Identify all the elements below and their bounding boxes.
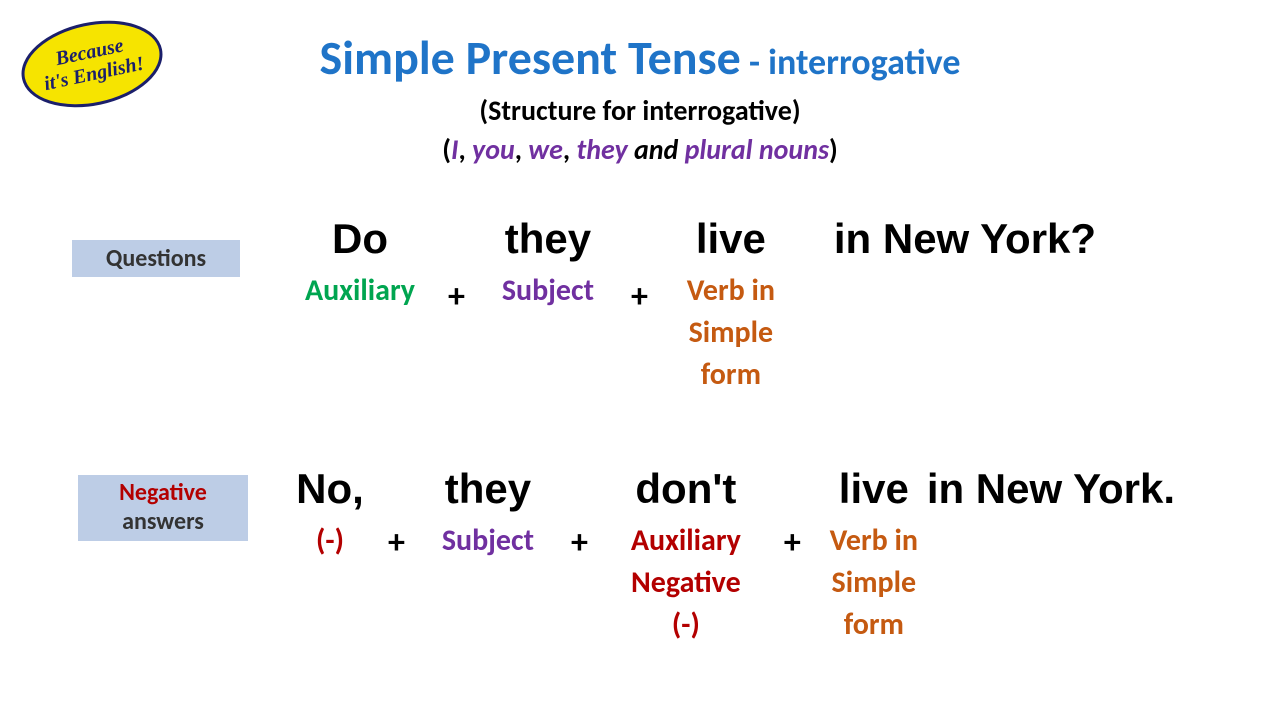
negative-example-row: No, (-) + they Subject + don't Auxiliary…	[280, 466, 1175, 646]
n-word-they: they	[445, 466, 531, 512]
q-col-complement: in New York?	[834, 216, 1096, 262]
q-role-verb: Verb in Simple form	[687, 270, 775, 396]
q-role-subject: Subject	[502, 270, 594, 312]
n-word-dont: don't	[635, 466, 736, 512]
label-questions: Questions	[72, 240, 240, 277]
n-col-no: No, (-)	[280, 466, 380, 562]
n-role-aux-neg: Auxiliary Negative (-)	[631, 520, 741, 646]
q-col-subject: they Subject	[473, 216, 623, 312]
n-role-verb: Verb in Simple form	[830, 520, 918, 646]
title-main: Simple Present Tense	[320, 28, 741, 87]
n-col-verb: live Verb in Simple form	[809, 466, 939, 646]
n-word-complement: in New York.	[927, 466, 1175, 512]
n-col-subject: they Subject	[413, 466, 563, 562]
subtitle-persons: (I, you, we, they and plural nouns)	[0, 132, 1280, 167]
q-col-auxiliary: Do Auxiliary	[280, 216, 440, 312]
plus-icon: +	[440, 276, 473, 317]
plus-icon: +	[380, 522, 413, 563]
plus-icon: +	[563, 522, 596, 563]
label-negative: Negative	[119, 478, 207, 507]
q-word-live: live	[696, 216, 766, 262]
plus-icon: +	[776, 522, 809, 563]
question-example-row: Do Auxiliary + they Subject + live Verb …	[280, 216, 1096, 396]
n-col-complement: in New York.	[927, 466, 1175, 512]
q-word-they: they	[505, 216, 591, 262]
n-word-live: live	[839, 466, 909, 512]
label-negative-answers: Negative answers	[78, 475, 248, 541]
title-block: Simple Present Tense - interrogative (St…	[0, 28, 1280, 167]
q-col-verb: live Verb in Simple form	[656, 216, 806, 396]
title-sub: interrogative	[768, 40, 960, 84]
subtitle-structure: (Structure for interrogative)	[0, 93, 1280, 128]
q-word-complement: in New York?	[834, 216, 1096, 262]
q-role-auxiliary: Auxiliary	[305, 270, 415, 312]
q-word-do: Do	[332, 216, 388, 262]
label-answers: answers	[122, 507, 204, 536]
title-sep: -	[741, 40, 768, 84]
n-role-subject: Subject	[442, 520, 534, 562]
n-word-no: No,	[296, 466, 364, 512]
page-title: Simple Present Tense - interrogative	[0, 28, 1280, 87]
n-col-aux-neg: don't Auxiliary Negative (-)	[596, 466, 776, 646]
n-role-neg: (-)	[316, 520, 344, 562]
plus-icon: +	[623, 276, 656, 317]
